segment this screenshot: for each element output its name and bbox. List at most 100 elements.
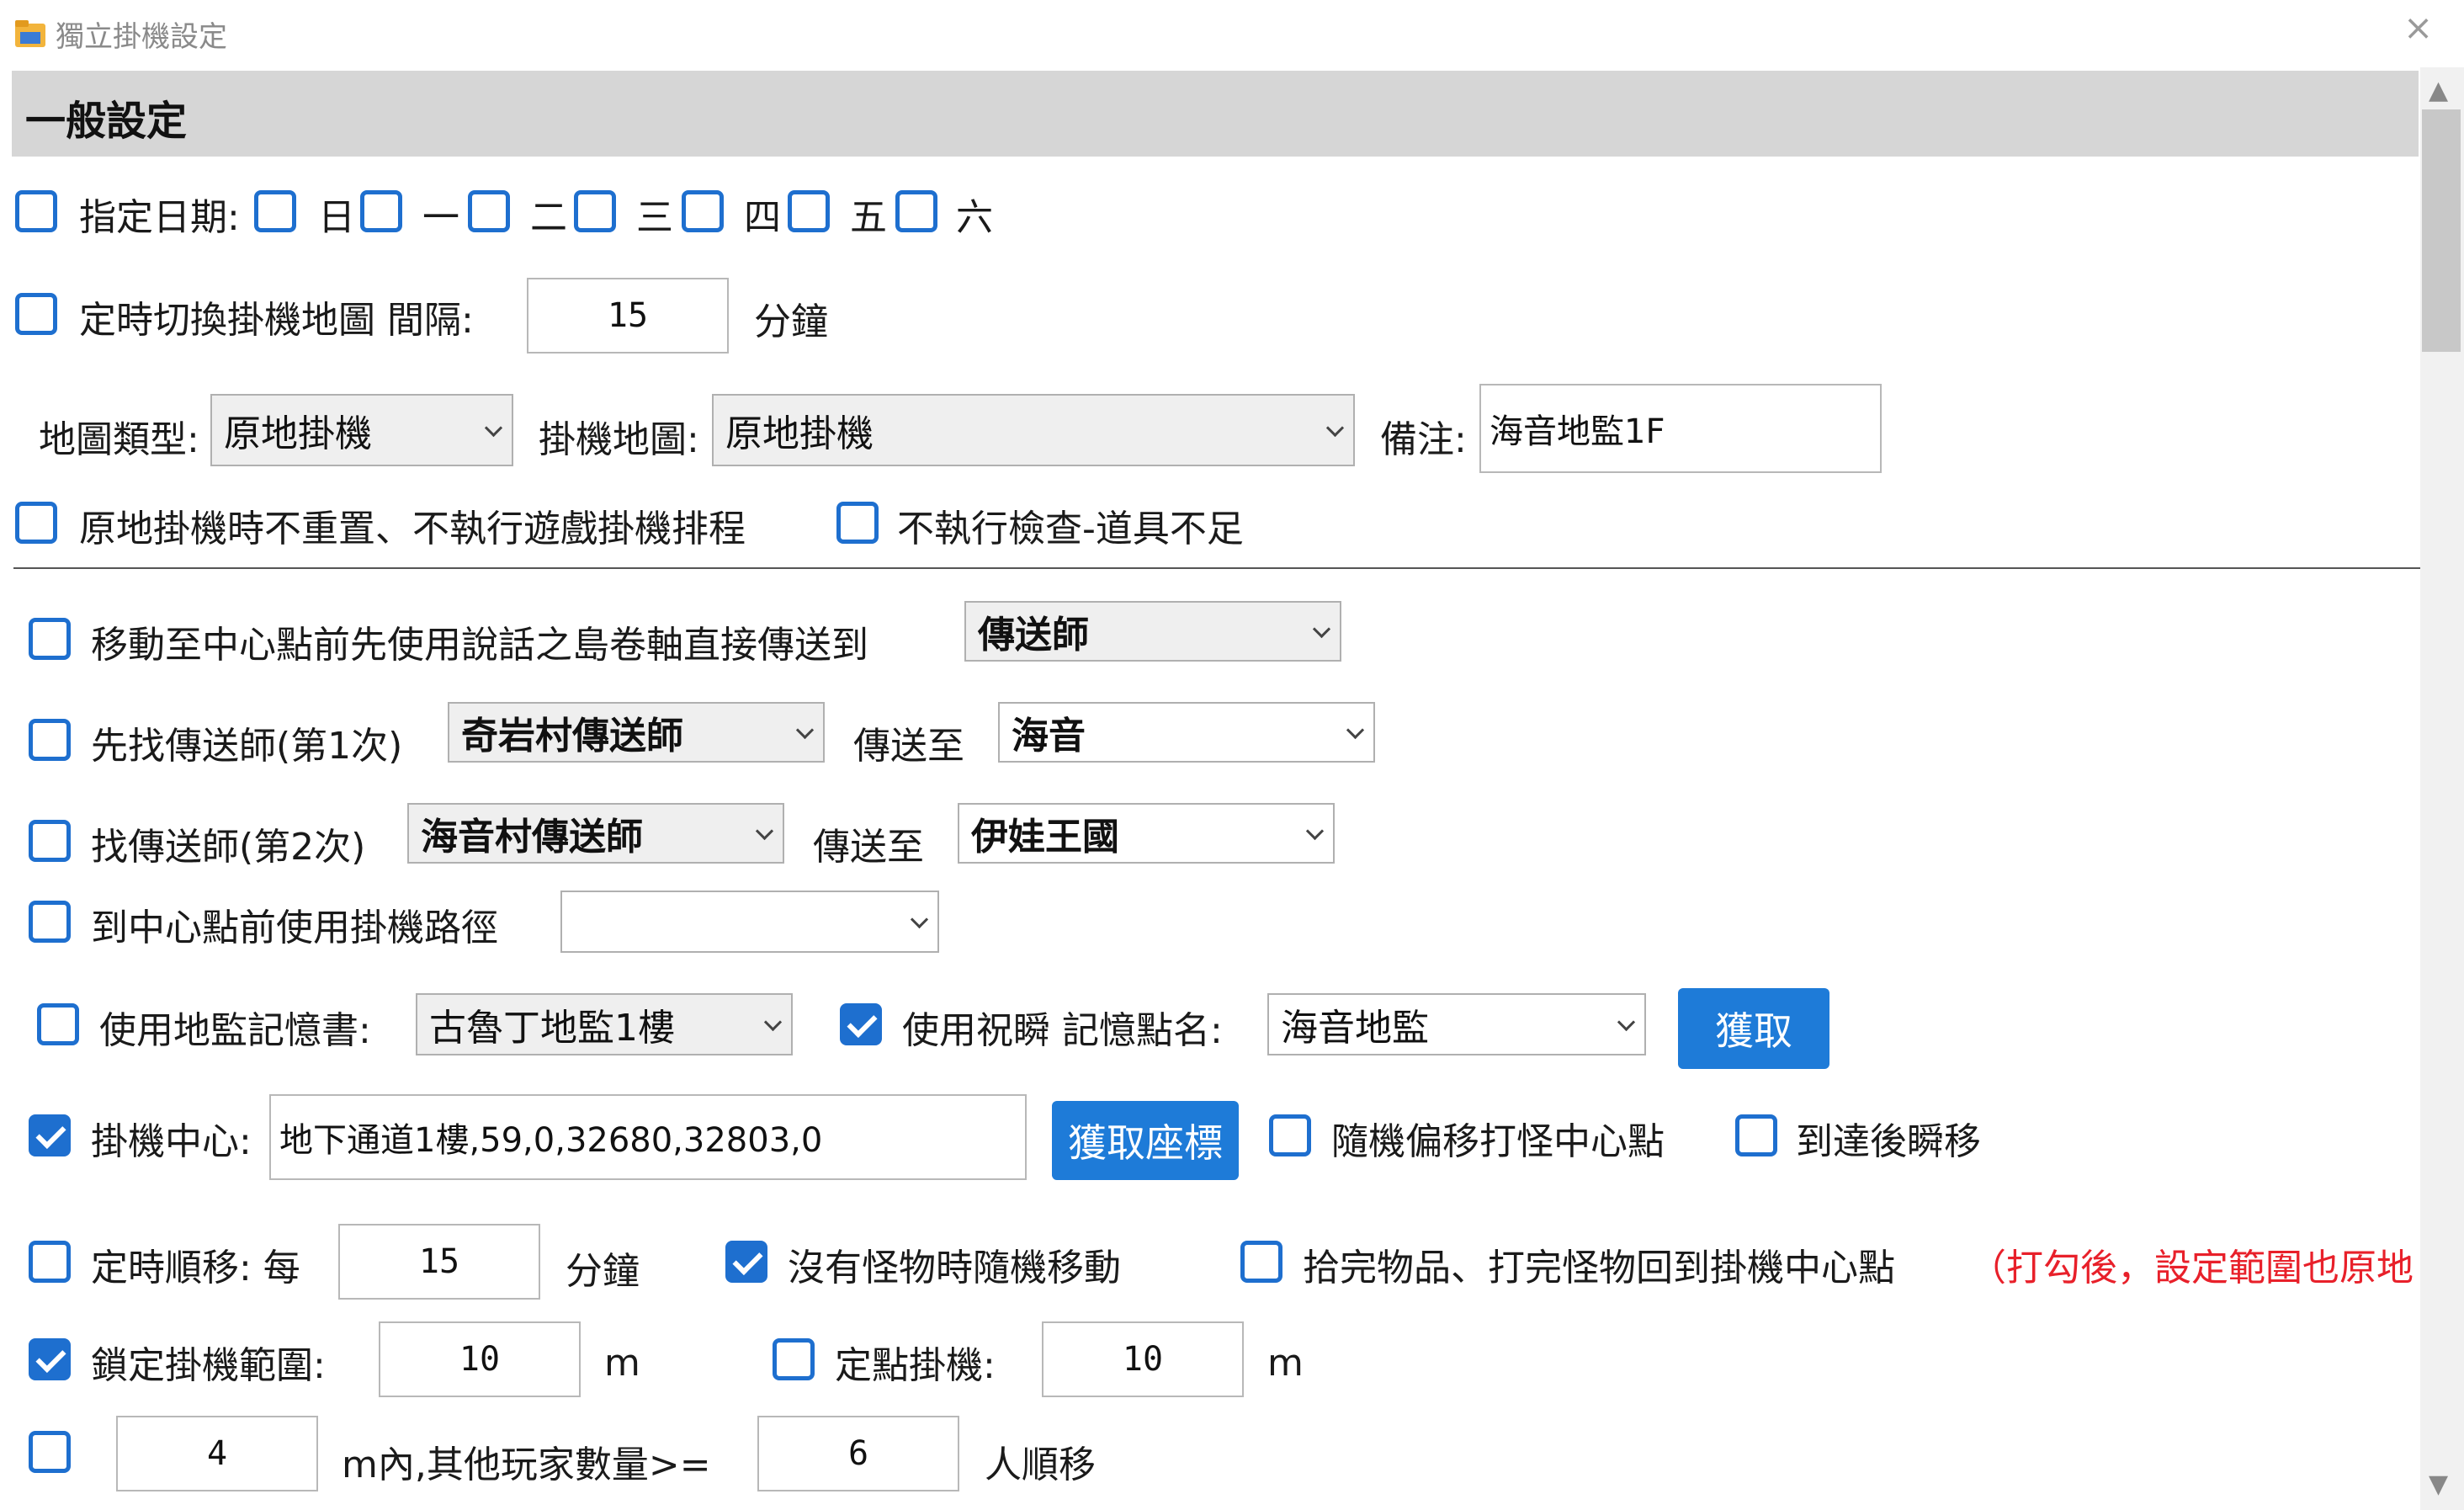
tele1-checkbox[interactable] <box>29 719 71 761</box>
switch-interval-unit: 分鐘 <box>754 300 828 343</box>
timed-move-label: 定時順移: 每 <box>91 1247 300 1289</box>
center-checkbox[interactable] <box>29 1114 71 1156</box>
random-move-checkbox[interactable] <box>725 1241 767 1283</box>
lock-range-input[interactable]: 10 <box>379 1321 581 1397</box>
lock-range-checkbox[interactable] <box>29 1338 71 1380</box>
close-icon[interactable]: × <box>2403 10 2433 45</box>
specify-date-checkbox[interactable] <box>15 190 57 232</box>
fixed-point-input[interactable]: 10 <box>1042 1321 1244 1397</box>
move-scroll-value: 傳送師 <box>978 614 1089 657</box>
specify-date-label: 指定日期: <box>79 196 240 239</box>
timed-move-input[interactable]: 15 <box>338 1224 540 1300</box>
chevron-down-icon <box>1325 418 1345 438</box>
arrive-teleport-label: 到達後瞬移 <box>1796 1120 1981 1163</box>
scroll-down-icon[interactable]: ▼ <box>2429 1470 2448 1499</box>
section-title: 一般設定 <box>25 98 188 145</box>
tele1-dest-value: 海音 <box>1012 715 1086 758</box>
timed-move-checkbox[interactable] <box>29 1241 71 1283</box>
tele1-to-label: 傳送至 <box>853 725 964 768</box>
tele1-dest-select[interactable]: 海音 <box>998 702 1375 763</box>
tele1-npc-select[interactable]: 奇岩村傳送師 <box>448 702 825 763</box>
tele2-dest-select[interactable]: 伊娃王國 <box>958 803 1335 864</box>
switch-map-label: 定時切換掛機地圖 間隔: <box>79 299 474 342</box>
players-distance-input[interactable]: 4 <box>116 1416 318 1491</box>
tele2-checkbox[interactable] <box>29 820 71 862</box>
players-count-input[interactable]: 6 <box>757 1416 959 1491</box>
no-check-checkbox[interactable] <box>836 502 879 544</box>
chevron-down-icon <box>1305 821 1325 841</box>
return-center-checkbox[interactable] <box>1240 1241 1282 1283</box>
day-checkbox-fri[interactable] <box>788 190 830 232</box>
note-label: 備注: <box>1380 418 1467 461</box>
title-bar <box>0 0 2464 67</box>
random-offset-checkbox[interactable] <box>1269 1114 1311 1156</box>
note-input[interactable]: 海音地監1F <box>1479 384 1882 473</box>
map-select[interactable]: 原地掛機 <box>712 394 1355 466</box>
move-scroll-checkbox[interactable] <box>29 618 71 660</box>
fetch-memory-button[interactable]: 獲取 <box>1678 988 1829 1069</box>
path-label: 到中心點前使用掛機路徑 <box>91 907 498 949</box>
move-scroll-select[interactable]: 傳送師 <box>964 601 1341 662</box>
chevron-down-icon <box>484 418 503 438</box>
tele2-to-label: 傳送至 <box>813 826 924 869</box>
tele1-label: 先找傳送師(第1次) <box>91 725 403 768</box>
switch-map-checkbox[interactable] <box>15 293 57 335</box>
memory-book-value: 古魯丁地監1樓 <box>429 1007 675 1050</box>
window-title: 獨立掛機設定 <box>56 20 227 54</box>
day-checkbox-wed[interactable] <box>574 190 616 232</box>
day-label-sat: 六 <box>956 196 993 239</box>
scrollbar-thumb[interactable] <box>2422 109 2461 352</box>
lock-range-label: 鎖定掛機範圍: <box>91 1344 326 1387</box>
map-type-select[interactable]: 原地掛機 <box>210 394 513 466</box>
no-reset-label: 原地掛機時不重置、不執行遊戲掛機排程 <box>79 508 746 550</box>
day-label-wed: 三 <box>636 196 673 239</box>
players-suffix-label: 人順移 <box>985 1444 1096 1486</box>
tele2-npc-select[interactable]: 海音村傳送師 <box>407 803 784 864</box>
memory-book-label: 使用地監記憶書: <box>99 1009 371 1052</box>
fixed-point-label: 定點掛機: <box>835 1344 996 1387</box>
fetch-coords-button[interactable]: 獲取座標 <box>1052 1101 1239 1180</box>
day-checkbox-tue[interactable] <box>468 190 510 232</box>
center-label: 掛機中心: <box>91 1120 252 1163</box>
day-checkbox-sun[interactable] <box>254 190 296 232</box>
day-label-tue: 二 <box>530 196 567 239</box>
move-scroll-label: 移動至中心點前先使用說話之島卷軸直接傳送到 <box>91 624 868 667</box>
chevron-down-icon <box>755 821 774 841</box>
fixed-point-checkbox[interactable] <box>773 1338 815 1380</box>
tele2-npc-value: 海音村傳送師 <box>421 816 643 859</box>
memory-book-select[interactable]: 古魯丁地監1樓 <box>416 993 793 1055</box>
random-move-label: 沒有怪物時隨機移動 <box>788 1247 1121 1289</box>
day-label-sun: 日 <box>318 196 355 239</box>
timed-move-unit: 分鐘 <box>566 1250 640 1293</box>
day-checkbox-thu[interactable] <box>682 190 724 232</box>
lock-range-unit: m <box>604 1342 640 1385</box>
players-mid-label: m內,其他玩家數量>= <box>342 1444 711 1486</box>
chevron-down-icon <box>795 720 815 740</box>
no-reset-checkbox[interactable] <box>15 502 57 544</box>
players-checkbox[interactable] <box>29 1431 71 1473</box>
tele2-label: 找傳送師(第2次) <box>91 826 366 869</box>
divider <box>13 567 2420 569</box>
bless-checkbox[interactable] <box>840 1003 882 1045</box>
scroll-up-icon[interactable]: ▲ <box>2429 76 2448 105</box>
path-checkbox[interactable] <box>29 901 71 943</box>
section-header <box>12 71 2419 157</box>
day-label-mon: 一 <box>422 196 459 239</box>
bless-select[interactable]: 海音地監 <box>1267 993 1646 1055</box>
app-folder-icon <box>15 20 45 47</box>
switch-interval-input[interactable]: 15 <box>527 278 729 354</box>
chevron-down-icon <box>1346 720 1365 740</box>
memory-book-checkbox[interactable] <box>37 1003 79 1045</box>
chevron-down-icon <box>910 910 929 929</box>
center-input[interactable]: 地下通道1樓,59,0,32680,32803,0 <box>269 1094 1027 1180</box>
return-center-note: （打勾後，設定範圍也原地 <box>1969 1247 2414 1289</box>
path-select[interactable] <box>560 891 939 953</box>
no-check-label: 不執行檢查-道具不足 <box>897 508 1244 550</box>
arrive-teleport-checkbox[interactable] <box>1735 1114 1777 1156</box>
chevron-down-icon <box>763 1013 783 1032</box>
map-value: 原地掛機 <box>725 412 874 455</box>
random-offset-label: 隨機偏移打怪中心點 <box>1331 1120 1665 1163</box>
chevron-down-icon <box>1617 1013 1636 1032</box>
day-checkbox-sat[interactable] <box>895 190 937 232</box>
day-checkbox-mon[interactable] <box>360 190 402 232</box>
